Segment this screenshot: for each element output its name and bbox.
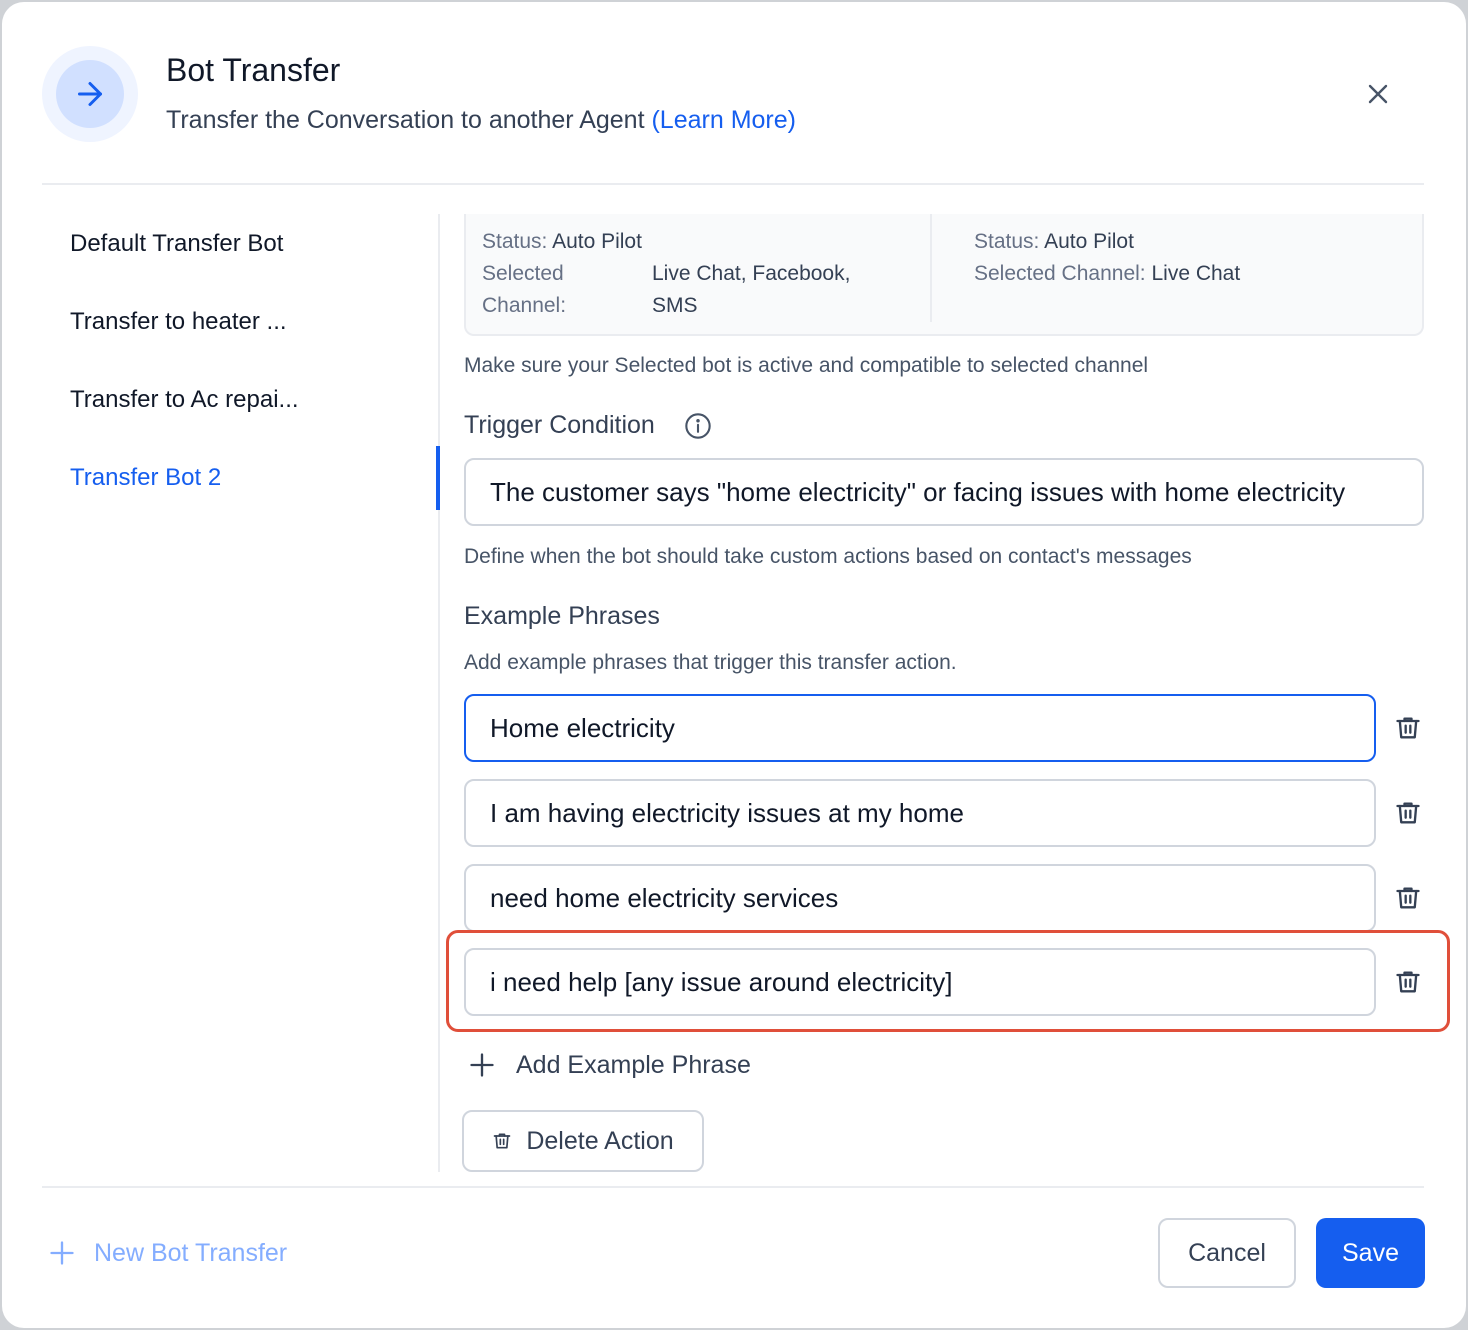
example-phrases-hint: Add example phrases that trigger this tr… [464,651,957,674]
sidebar-item-transfer-bot-2[interactable]: Transfer Bot 2 [70,464,221,492]
status-card-divider [930,214,932,322]
example-phrase-input-4[interactable]: i need help [any issue around electricit… [464,948,1376,1016]
trigger-condition-hint: Define when the bot should take custom a… [464,545,1192,568]
left-status-value: Auto Pilot [552,230,642,253]
bot-compatibility-hint: Make sure your Selected bot is active an… [464,354,1149,377]
trash-icon [1396,717,1420,739]
sidebar-item-default-transfer-bot[interactable]: Default Transfer Bot [70,230,283,258]
bot-status-card: Status: Auto Pilot Selected Channel: Liv… [464,214,1424,336]
left-channel-value-line1: Live Chat, Facebook, [652,262,851,285]
delete-action-button[interactable]: Delete Action [462,1110,704,1172]
save-button[interactable]: Save [1316,1218,1425,1288]
trash-icon [1396,971,1420,993]
sidebar-item-transfer-to-ac-repair[interactable]: Transfer to Ac repai... [70,386,299,414]
close-button[interactable] [1358,74,1398,114]
delete-action-label: Delete Action [526,1126,674,1155]
delete-phrase-button-1[interactable] [1390,710,1426,746]
left-channel-label-line2: Channel: [482,294,567,317]
trigger-condition-label: Trigger Condition [464,411,655,439]
header-icon-badge [42,46,138,142]
example-phrases-label: Example Phrases [464,602,660,630]
subtitle-text: Transfer the Conversation to another Age… [166,106,645,134]
left-status: Status: Auto Pilot [482,230,642,253]
right-status-value: Auto Pilot [1044,230,1134,253]
trash-icon [493,1133,511,1149]
add-example-phrase-button[interactable]: Add Example Phrase [468,1048,751,1082]
arrow-right-icon [78,82,102,106]
delete-phrase-button-3[interactable] [1390,880,1426,916]
modal-title: Bot Transfer [166,52,341,88]
trigger-condition-input[interactable]: The customer says "home electricity" or … [464,458,1424,526]
sidebar-item-transfer-to-heater[interactable]: Transfer to heater ... [70,308,287,336]
add-example-phrase-label: Add Example Phrase [516,1050,751,1079]
right-channel: Selected Channel: Live Chat [974,262,1241,285]
delete-phrase-button-2[interactable] [1390,795,1426,831]
new-bot-transfer-label: New Bot Transfer [94,1238,288,1267]
bot-transfer-modal: Bot Transfer Transfer the Conversation t… [2,2,1466,1328]
example-phrase-input-2[interactable]: I am having electricity issues at my hom… [464,779,1376,847]
delete-phrase-button-4[interactable] [1390,964,1426,1000]
right-status: Status: Auto Pilot [974,230,1134,253]
trash-icon [1396,887,1420,909]
trash-icon [1396,802,1420,824]
plus-icon [50,1241,74,1265]
close-icon [1368,84,1388,104]
left-channel-label-line1: Selected [482,262,564,285]
left-channel-value-line2: SMS [652,294,698,317]
cancel-button[interactable]: Cancel [1158,1218,1296,1288]
info-icon[interactable] [684,412,712,440]
right-channel-value: Live Chat [1151,262,1241,285]
example-phrase-input-3[interactable]: need home electricity services [464,864,1376,932]
example-phrase-input-1[interactable]: Home electricity [464,694,1376,762]
footer-divider [42,1186,1424,1188]
header-divider [42,183,1424,185]
modal-subtitle: Transfer the Conversation to another Age… [166,106,796,135]
sidebar-active-indicator [436,446,440,510]
sidebar-divider [438,214,440,1172]
new-bot-transfer-button[interactable]: New Bot Transfer [48,1236,287,1270]
learn-more-link[interactable]: (Learn More) [651,106,796,134]
plus-icon [470,1053,494,1077]
